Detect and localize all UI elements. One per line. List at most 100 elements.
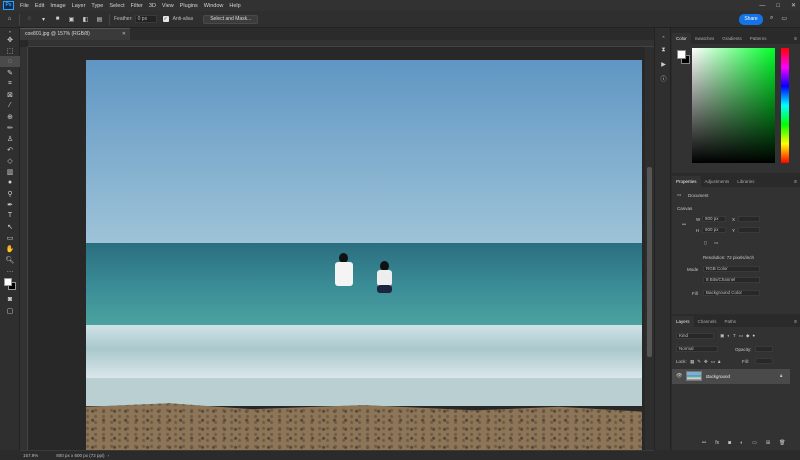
group-icon[interactable]: ▭	[752, 440, 757, 446]
blend-mode-select[interactable]: Normal	[676, 346, 718, 352]
bit-depth-select[interactable]: 8 Bits/Channel	[703, 277, 760, 283]
tab-gradients[interactable]: Gradients	[718, 33, 746, 44]
menu-filter[interactable]: Filter	[131, 3, 143, 9]
eraser-tool-icon[interactable]: ◇	[0, 155, 20, 166]
fx-icon[interactable]: fx	[715, 440, 719, 446]
quick-mask-icon[interactable]: ◙	[0, 294, 20, 305]
tab-swatches[interactable]: Swatches	[691, 33, 719, 44]
frame-tool-icon[interactable]: ⊠	[0, 89, 20, 100]
type-tool-icon[interactable]: T	[0, 210, 20, 221]
add-selection-icon[interactable]: ▣	[67, 15, 76, 24]
chevron-right-icon[interactable]: ›	[108, 453, 110, 458]
dodge-tool-icon[interactable]: ⚲	[0, 188, 20, 199]
history-panel-icon[interactable]: ⧗	[655, 45, 672, 56]
fill-input[interactable]	[755, 358, 773, 364]
path-select-tool-icon[interactable]: ↖	[0, 221, 20, 232]
pen-tool-icon[interactable]: ✒	[0, 199, 20, 210]
info-panel-icon[interactable]: ⓘ	[655, 73, 672, 84]
tab-patterns[interactable]: Patterns	[746, 33, 771, 44]
layer-row-background[interactable]: 👁︎ Background 🔒︎	[672, 369, 790, 384]
tab-paths[interactable]: Paths	[721, 316, 741, 327]
menu-image[interactable]: Image	[50, 3, 65, 9]
landscape-orientation-icon[interactable]: ▭	[714, 240, 718, 246]
menu-help[interactable]: Help	[229, 3, 240, 9]
link-icon[interactable]: ⚯	[682, 222, 686, 228]
foreground-color-swatch[interactable]	[677, 50, 686, 59]
subtract-selection-icon[interactable]: ◧	[81, 15, 90, 24]
blur-tool-icon[interactable]: ●	[0, 177, 20, 188]
menu-layer[interactable]: Layer	[72, 3, 86, 9]
lasso-tool-icon[interactable]: ◌	[0, 56, 20, 67]
menu-view[interactable]: View	[162, 3, 174, 9]
menu-3d[interactable]: 3D	[149, 3, 156, 9]
zoom-level[interactable]: 157.9%	[23, 453, 38, 458]
minimize-icon[interactable]: —	[759, 3, 765, 9]
select-and-mask-button[interactable]: Select and Mask...	[203, 14, 259, 24]
screen-mode-icon[interactable]: ▢	[0, 305, 20, 316]
layer-filter-kind[interactable]: Kind	[676, 333, 714, 339]
antialias-checkbox[interactable]: ✓	[162, 16, 169, 22]
menu-select[interactable]: Select	[109, 3, 124, 9]
lock-icon[interactable]: 🔒︎	[780, 373, 782, 378]
move-tool-icon[interactable]: ✥	[0, 34, 20, 45]
lasso-tool-preset-icon[interactable]: ◌	[25, 15, 34, 24]
search-icon[interactable]: ⌕	[770, 15, 773, 22]
panel-menu-icon[interactable]: ≡	[794, 319, 797, 325]
eye-icon[interactable]: 👁︎	[676, 373, 682, 379]
tab-color[interactable]: Color	[672, 33, 691, 44]
workspace-icon[interactable]: ▭	[781, 15, 787, 22]
rectangle-tool-icon[interactable]: ▭	[0, 232, 20, 243]
portrait-orientation-icon[interactable]: ▯	[704, 240, 706, 246]
menu-plugins[interactable]: Plugins	[180, 3, 198, 9]
hand-tool-icon[interactable]: ✋	[0, 243, 20, 254]
feather-input[interactable]: 0 px	[134, 15, 157, 23]
menu-window[interactable]: Window	[204, 3, 224, 9]
tab-layers[interactable]: Layers	[672, 316, 694, 327]
intersect-selection-icon[interactable]: ▤	[95, 15, 104, 24]
opacity-input[interactable]	[755, 346, 773, 352]
width-input[interactable]: 800 px	[702, 216, 726, 222]
link-layers-icon[interactable]: ⚯	[702, 440, 706, 446]
lock-icons[interactable]: ▦✎✥▭🔒︎	[690, 359, 723, 365]
chevron-down-icon[interactable]: ▾	[39, 15, 48, 24]
tab-channels[interactable]: Channels	[694, 316, 721, 327]
healing-brush-tool-icon[interactable]: ⊕	[0, 111, 20, 122]
panel-collapse-icon[interactable]: «	[655, 31, 672, 42]
tab-libraries[interactable]: Libraries	[733, 176, 758, 187]
panel-menu-icon[interactable]: ≡	[794, 179, 797, 185]
gradient-tool-icon[interactable]: ▥	[0, 166, 20, 177]
more-tools-icon[interactable]: …	[0, 265, 20, 276]
home-icon[interactable]: ⌂	[5, 15, 14, 24]
clone-stamp-tool-icon[interactable]: ♙	[0, 133, 20, 144]
scrollbar-thumb[interactable]	[647, 167, 652, 357]
tab-properties[interactable]: Properties	[672, 176, 701, 187]
foreground-color-swatch[interactable]	[4, 278, 12, 286]
trash-icon[interactable]: 🗑︎	[779, 440, 785, 446]
x-input[interactable]	[738, 216, 760, 222]
tab-adjustments[interactable]: Adjustments	[701, 176, 734, 187]
zoom-tool-icon[interactable]: 🔍︎	[0, 254, 20, 265]
menu-file[interactable]: File	[20, 3, 29, 9]
color-picker-field[interactable]	[692, 48, 775, 163]
new-layer-icon[interactable]: ⊞	[766, 440, 770, 446]
document-info[interactable]: 800 px x 600 px (72 ppi)	[56, 453, 104, 458]
new-selection-icon[interactable]: ■	[53, 15, 62, 24]
layer-filter-icons[interactable]: ▣◐T▭◆●	[720, 333, 758, 339]
history-brush-tool-icon[interactable]: ↶	[0, 144, 20, 155]
hue-slider[interactable]	[781, 48, 789, 163]
vertical-ruler[interactable]	[20, 47, 28, 450]
panel-menu-icon[interactable]: ≡	[794, 36, 797, 42]
color-swatches[interactable]	[0, 276, 19, 294]
adjustment-layer-icon[interactable]: ◐	[740, 440, 743, 446]
marquee-tool-icon[interactable]: ⬚	[0, 45, 20, 56]
fill-select[interactable]: Background Color	[703, 290, 760, 296]
y-input[interactable]	[738, 227, 760, 233]
actions-panel-icon[interactable]: ▶	[655, 59, 672, 70]
crop-tool-icon[interactable]: ⌗	[0, 78, 20, 89]
close-icon[interactable]: ✕	[791, 2, 796, 9]
brush-tool-icon[interactable]: ✏	[0, 122, 20, 133]
menu-edit[interactable]: Edit	[35, 3, 44, 9]
close-icon[interactable]: ✕	[122, 29, 126, 40]
add-mask-icon[interactable]: ◙	[728, 440, 731, 446]
menu-type[interactable]: Type	[91, 3, 103, 9]
